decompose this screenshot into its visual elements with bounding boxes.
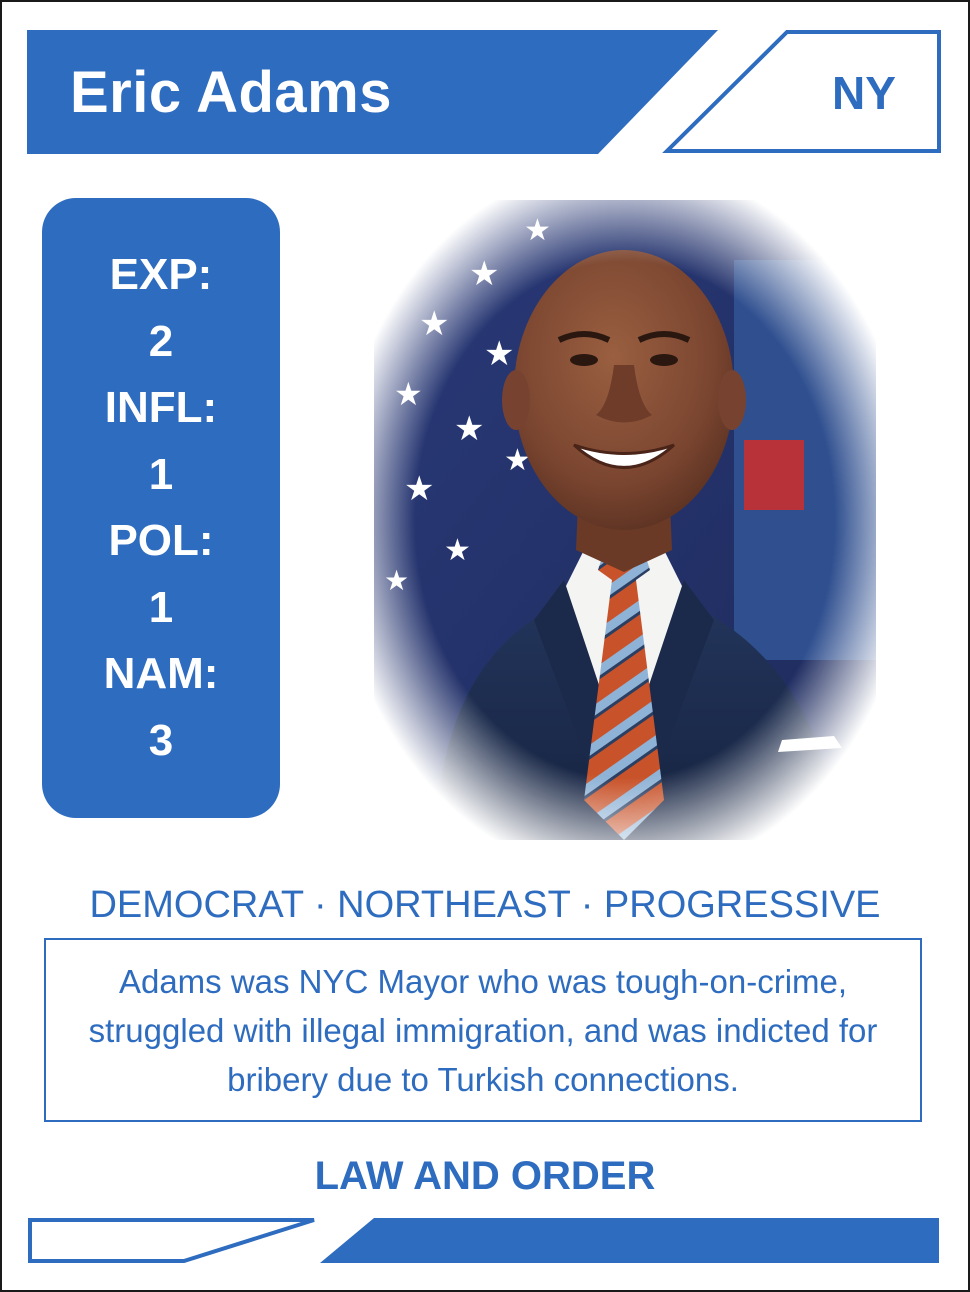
svg-text:★: ★ [419,304,449,344]
svg-text:★: ★ [469,254,499,294]
stat-infl-value: 1 [148,449,174,499]
svg-text:★: ★ [404,469,434,509]
footer-outline-shape [28,1218,315,1263]
svg-text:★: ★ [454,409,484,449]
stat-infl-label: INFL: [104,383,218,432]
footer-banner [28,1218,939,1263]
svg-text:★: ★ [394,375,423,413]
stat-exp-value: 2 [148,316,174,366]
stat-nam-value: 3 [148,715,174,765]
stats-panel: EXP: 2 INFL: 1 POL: 1 NAM: 3 [42,198,280,818]
theme-label: LAW AND ORDER [314,1154,656,1198]
svg-text:★: ★ [524,213,551,248]
stat-exp-label: EXP: [109,250,213,299]
stat-nam-label: NAM: [103,649,219,698]
trading-card: Eric Adams NY EXP: 2 INFL: 1 POL: 1 NAM:… [0,0,970,1292]
svg-text:★: ★ [484,334,514,374]
svg-text:★: ★ [404,229,434,269]
svg-text:★: ★ [444,533,471,568]
portrait-photo: ★ ★ ★ ★ ★ ★ ★ ★ ★ ★ ★ ★ [374,200,876,840]
card-name: Eric Adams [70,60,392,125]
category-tags: DEMOCRAT · NORTHEAST · PROGRESSIVE [89,884,881,926]
bio-box: Adams was NYC Mayor who was tough-on-cri… [44,938,922,1122]
stat-pol-value: 1 [148,582,174,632]
stat-pol-label: POL: [108,516,214,565]
bio-text: Adams was NYC Mayor who was tough-on-cri… [88,962,878,1098]
state-code: NY [832,67,896,119]
footer-bar-shape [320,1218,939,1263]
svg-text:★: ★ [384,564,409,597]
